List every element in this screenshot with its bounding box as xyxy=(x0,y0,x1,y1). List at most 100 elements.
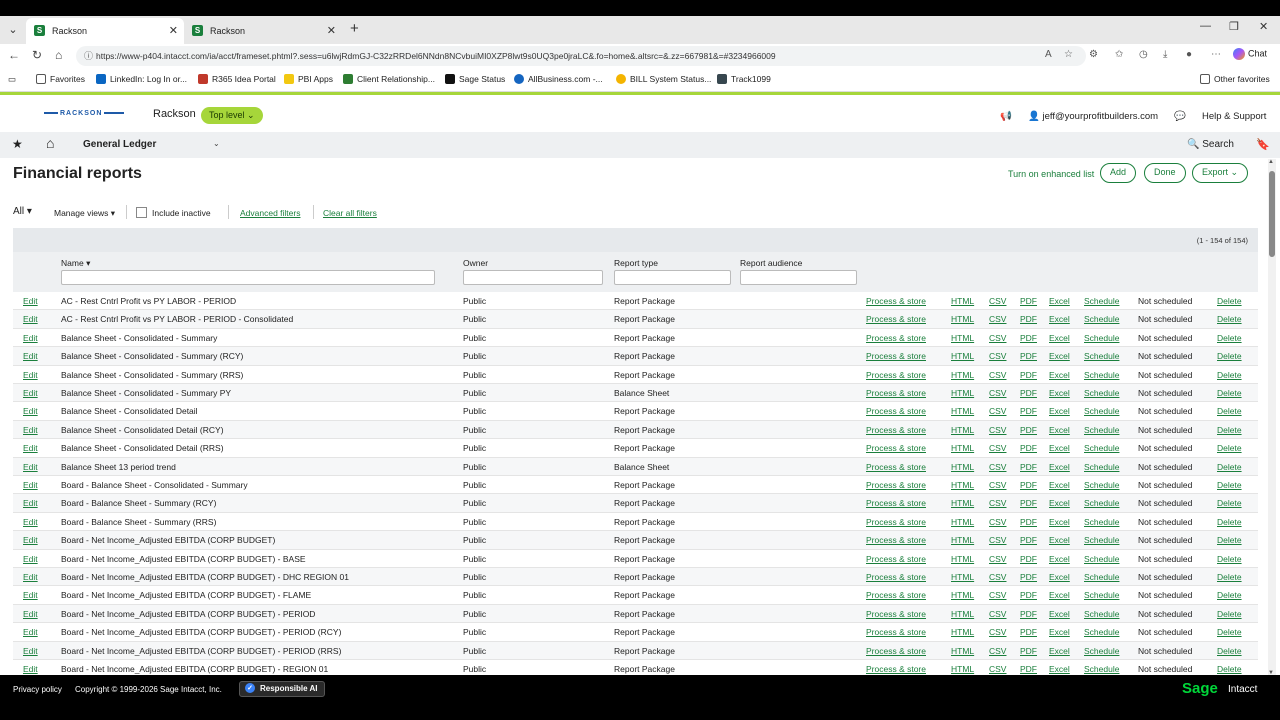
history-icon[interactable]: ◷ xyxy=(1139,49,1148,60)
delete-link[interactable]: Delete xyxy=(1217,421,1242,439)
delete-link[interactable]: Delete xyxy=(1217,366,1242,384)
csv-link[interactable]: CSV xyxy=(989,494,1006,512)
browser-tab-1[interactable]: S Rackson ✕ xyxy=(26,18,184,44)
audience-filter-input[interactable] xyxy=(740,270,857,285)
edit-link[interactable]: Edit xyxy=(23,586,38,604)
csv-link[interactable]: CSV xyxy=(989,513,1006,531)
html-link[interactable]: HTML xyxy=(951,439,974,457)
html-link[interactable]: HTML xyxy=(951,476,974,494)
html-link[interactable]: HTML xyxy=(951,402,974,420)
csv-link[interactable]: CSV xyxy=(989,292,1006,310)
scroll-up-icon[interactable]: ▲ xyxy=(1268,159,1274,165)
reading-list-icon[interactable]: ▭ xyxy=(8,74,16,85)
pdf-link[interactable]: PDF xyxy=(1020,642,1037,660)
schedule-link[interactable]: Schedule xyxy=(1084,623,1119,641)
excel-link[interactable]: Excel xyxy=(1049,586,1070,604)
excel-link[interactable]: Excel xyxy=(1049,531,1070,549)
bookmark-linkedin[interactable]: LinkedIn: Log In or... xyxy=(96,74,187,84)
pdf-link[interactable]: PDF xyxy=(1020,494,1037,512)
pdf-link[interactable]: PDF xyxy=(1020,439,1037,457)
bookmark-r365[interactable]: R365 Idea Portal xyxy=(198,74,276,84)
pdf-link[interactable]: PDF xyxy=(1020,513,1037,531)
advanced-filters-link[interactable]: Advanced filters xyxy=(240,208,300,218)
html-link[interactable]: HTML xyxy=(951,329,974,347)
close-tab-icon[interactable]: ✕ xyxy=(327,18,336,44)
announcements-icon[interactable]: 📢 xyxy=(1000,111,1012,122)
csv-link[interactable]: CSV xyxy=(989,329,1006,347)
tab-list-chevron-icon[interactable]: ⌄ xyxy=(4,22,22,38)
schedule-link[interactable]: Schedule xyxy=(1084,531,1119,549)
process-store-link[interactable]: Process & store xyxy=(866,550,926,568)
csv-link[interactable]: CSV xyxy=(989,310,1006,328)
html-link[interactable]: HTML xyxy=(951,568,974,586)
process-store-link[interactable]: Process & store xyxy=(866,421,926,439)
csv-link[interactable]: CSV xyxy=(989,476,1006,494)
delete-link[interactable]: Delete xyxy=(1217,605,1242,623)
csv-link[interactable]: CSV xyxy=(989,568,1006,586)
schedule-link[interactable]: Schedule xyxy=(1084,310,1119,328)
html-link[interactable]: HTML xyxy=(951,531,974,549)
delete-link[interactable]: Delete xyxy=(1217,439,1242,457)
name-column-header[interactable]: Name ▾ xyxy=(61,258,90,269)
restore-icon[interactable]: ❐ xyxy=(1229,20,1239,33)
read-aloud-icon[interactable]: A xyxy=(1045,49,1052,60)
edit-link[interactable]: Edit xyxy=(23,476,38,494)
edit-link[interactable]: Edit xyxy=(23,292,38,310)
excel-link[interactable]: Excel xyxy=(1049,329,1070,347)
csv-link[interactable]: CSV xyxy=(989,439,1006,457)
pdf-link[interactable]: PDF xyxy=(1020,531,1037,549)
html-link[interactable]: HTML xyxy=(951,623,974,641)
excel-link[interactable]: Excel xyxy=(1049,476,1070,494)
schedule-link[interactable]: Schedule xyxy=(1084,439,1119,457)
process-store-link[interactable]: Process & store xyxy=(866,458,926,476)
html-link[interactable]: HTML xyxy=(951,494,974,512)
scrollbar[interactable]: ▲ ▼ xyxy=(1268,159,1276,676)
excel-link[interactable]: Excel xyxy=(1049,605,1070,623)
schedule-link[interactable]: Schedule xyxy=(1084,513,1119,531)
pdf-link[interactable]: PDF xyxy=(1020,310,1037,328)
csv-link[interactable]: CSV xyxy=(989,605,1006,623)
html-link[interactable]: HTML xyxy=(951,310,974,328)
other-favorites[interactable]: Other favorites xyxy=(1200,74,1270,84)
edit-link[interactable]: Edit xyxy=(23,421,38,439)
excel-link[interactable]: Excel xyxy=(1049,402,1070,420)
delete-link[interactable]: Delete xyxy=(1217,329,1242,347)
help-support-link[interactable]: Help & Support xyxy=(1202,111,1266,122)
schedule-link[interactable]: Schedule xyxy=(1084,384,1119,402)
bookmark-favorites[interactable]: Favorites xyxy=(36,74,85,84)
bookmark-pbi-apps[interactable]: PBI Apps xyxy=(284,74,333,84)
delete-link[interactable]: Delete xyxy=(1217,494,1242,512)
process-store-link[interactable]: Process & store xyxy=(866,329,926,347)
copilot-chat-button[interactable]: Chat xyxy=(1233,48,1267,60)
csv-link[interactable]: CSV xyxy=(989,623,1006,641)
edit-link[interactable]: Edit xyxy=(23,366,38,384)
html-link[interactable]: HTML xyxy=(951,384,974,402)
view-selector[interactable]: All ▾ xyxy=(13,206,32,217)
excel-link[interactable]: Excel xyxy=(1049,513,1070,531)
site-info-icon[interactable]: ⓘ xyxy=(84,46,93,66)
schedule-link[interactable]: Schedule xyxy=(1084,366,1119,384)
delete-link[interactable]: Delete xyxy=(1217,347,1242,365)
owner-filter-input[interactable] xyxy=(463,270,603,285)
minimize-icon[interactable]: — xyxy=(1200,20,1211,32)
pdf-link[interactable]: PDF xyxy=(1020,384,1037,402)
excel-link[interactable]: Excel xyxy=(1049,458,1070,476)
schedule-link[interactable]: Schedule xyxy=(1084,642,1119,660)
edit-link[interactable]: Edit xyxy=(23,402,38,420)
delete-link[interactable]: Delete xyxy=(1217,586,1242,604)
bookmark-client-relationship[interactable]: Client Relationship... xyxy=(343,74,435,84)
pdf-link[interactable]: PDF xyxy=(1020,329,1037,347)
bookmark-track1099[interactable]: Track1099 xyxy=(717,74,771,84)
edit-link[interactable]: Edit xyxy=(23,513,38,531)
csv-link[interactable]: CSV xyxy=(989,458,1006,476)
scrollbar-thumb[interactable] xyxy=(1269,171,1275,257)
more-menu-icon[interactable]: ⋯ xyxy=(1211,49,1221,60)
csv-link[interactable]: CSV xyxy=(989,402,1006,420)
csv-link[interactable]: CSV xyxy=(989,642,1006,660)
excel-link[interactable]: Excel xyxy=(1049,310,1070,328)
csv-link[interactable]: CSV xyxy=(989,366,1006,384)
edit-link[interactable]: Edit xyxy=(23,458,38,476)
process-store-link[interactable]: Process & store xyxy=(866,292,926,310)
excel-link[interactable]: Excel xyxy=(1049,347,1070,365)
pdf-link[interactable]: PDF xyxy=(1020,421,1037,439)
